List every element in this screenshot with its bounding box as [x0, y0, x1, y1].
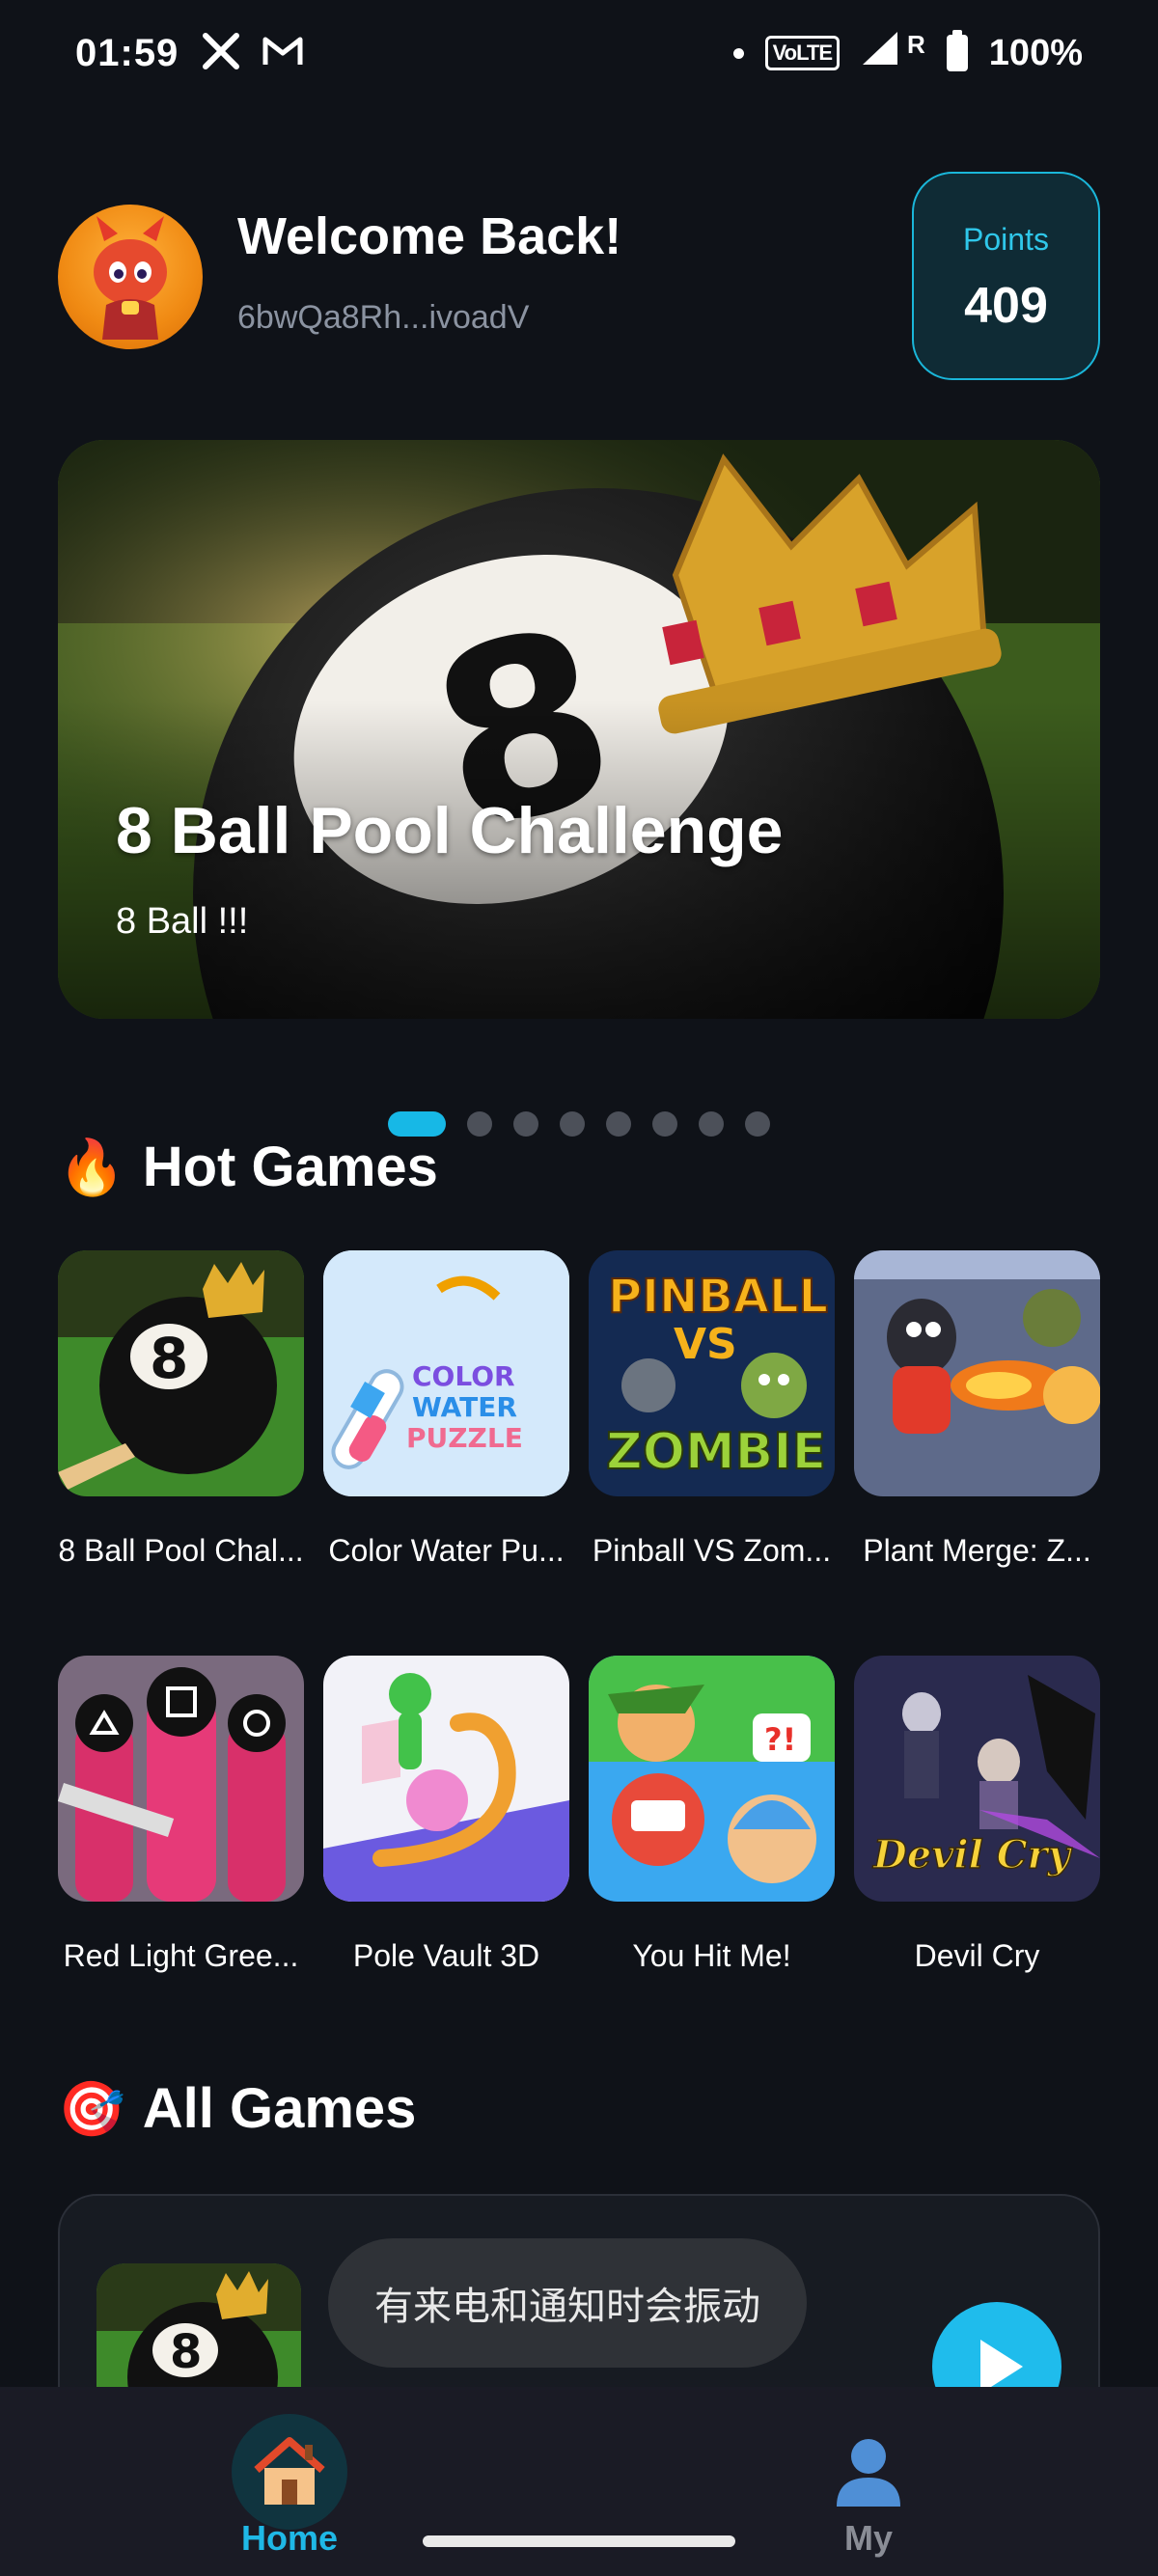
points-card[interactable]: Points 409 — [912, 172, 1100, 380]
nav-my[interactable]: My — [782, 2414, 955, 2559]
game-name: Color Water Pu... — [328, 1533, 565, 1568]
gmail-icon — [262, 32, 304, 75]
nav-home[interactable]: Home — [203, 2414, 376, 2559]
hot-games-title: Hot Games — [142, 1136, 438, 1198]
game-tile[interactable]: Red Light Gree... — [58, 1656, 304, 1974]
game-name: 8 Ball Pool Chal... — [58, 1533, 304, 1568]
svg-text:8: 8 — [170, 2325, 202, 2379]
battery-percent: 100% — [988, 32, 1083, 73]
welcome-title: Welcome Back! — [237, 207, 622, 265]
svg-text:PUZZLE: PUZZLE — [406, 1422, 523, 1454]
page-dot[interactable] — [745, 1111, 770, 1137]
fire-icon: 🔥 — [58, 1136, 125, 1197]
red-light-guards-icon[interactable] — [58, 1656, 304, 1902]
color-water-puzzle-icon[interactable]: COLOR WATER PUZZLE — [323, 1250, 569, 1496]
user-icon — [811, 2414, 926, 2530]
page-dot-active[interactable] — [388, 1111, 446, 1137]
game-tile[interactable]: Devil Cry Devil Cry — [854, 1656, 1100, 1974]
svg-text:8: 8 — [150, 1326, 188, 1391]
gesture-home-bar[interactable] — [423, 2535, 735, 2547]
page-dot[interactable] — [652, 1111, 677, 1137]
game-name: Pole Vault 3D — [352, 1938, 540, 1973]
svg-text:PINBALL: PINBALL — [608, 1270, 828, 1324]
all-games-heading: 🎯 All Games — [58, 2076, 416, 2141]
target-icon: 🎯 — [58, 2077, 125, 2139]
game-tile[interactable]: Plant Merge: Z... — [854, 1250, 1100, 1569]
game-tile[interactable]: 8 8 Ball Pool Chal... — [58, 1250, 304, 1569]
pinball-zombie-icon[interactable]: PINBALL VS ZOMBIE — [589, 1250, 835, 1496]
battery-icon — [946, 30, 968, 71]
game-name: Red Light Gree... — [63, 1938, 299, 1973]
banner-pagination[interactable] — [388, 1111, 770, 1137]
points-label: Points — [963, 222, 1049, 257]
user-header: Welcome Back! 6bwQa8Rh...ivoadV Points 4… — [58, 172, 1100, 384]
banner-subtitle: 8 Ball !!! — [116, 901, 249, 942]
banner-title: 8 Ball Pool Challenge — [116, 794, 784, 867]
nav-home-label: Home — [240, 2518, 339, 2558]
featured-banner[interactable]: 8 8 Ball Pool Challenge 8 Ball !!! — [58, 440, 1100, 1019]
x-logo-icon — [202, 32, 240, 75]
avatar[interactable] — [58, 205, 203, 349]
bottom-nav: Home My — [0, 2387, 1158, 2576]
svg-text:VS: VS — [674, 1320, 737, 1369]
home-icon — [232, 2414, 347, 2530]
game-tile[interactable]: COLOR WATER PUZZLE Color Water Pu... — [323, 1250, 569, 1569]
toast-message: 有来电和通知时会振动 — [328, 2238, 807, 2368]
page-dot[interactable] — [606, 1111, 631, 1137]
status-bar: 01:59 VoLTE R 100% — [0, 0, 1158, 106]
pole-vault-icon[interactable] — [323, 1656, 569, 1902]
hot-games-heading: 🔥 Hot Games — [58, 1135, 438, 1199]
roaming-indicator: R — [907, 29, 925, 59]
game-name: You Hit Me! — [632, 1938, 791, 1973]
page-dot[interactable] — [467, 1111, 492, 1137]
svg-text:?!: ?! — [764, 1721, 796, 1758]
game-tile[interactable]: Pole Vault 3D — [323, 1656, 569, 1974]
eight-ball-icon[interactable]: 8 — [58, 1250, 304, 1496]
page-dot[interactable] — [513, 1111, 538, 1137]
game-name: Devil Cry — [914, 1938, 1040, 1973]
devil-cry-icon[interactable]: Devil Cry — [854, 1656, 1100, 1902]
volte-icon: VoLTE — [764, 36, 841, 70]
plant-merge-icon[interactable] — [854, 1250, 1100, 1496]
all-games-title: All Games — [142, 2077, 417, 2140]
svg-text:WATER: WATER — [412, 1391, 517, 1423]
game-name: Pinball VS Zom... — [592, 1533, 832, 1568]
wallet-address: 6bwQa8Rh...ivoadV — [237, 299, 530, 336]
status-time: 01:59 — [75, 31, 179, 74]
hot-games-grid: 8 8 Ball Pool Chal... COLOR WATER PUZZLE… — [58, 1250, 1100, 1974]
notification-dot-icon — [732, 47, 744, 59]
svg-text:COLOR: COLOR — [412, 1360, 515, 1392]
page-dot[interactable] — [560, 1111, 585, 1137]
svg-text:Devil Cry: Devil Cry — [872, 1832, 1073, 1877]
points-value: 409 — [964, 278, 1048, 334]
game-tile[interactable]: PINBALL VS ZOMBIE Pinball VS Zom... — [589, 1250, 835, 1569]
game-name: Plant Merge: Z... — [863, 1533, 1091, 1568]
game-tile[interactable]: ?! You Hit Me! — [589, 1656, 835, 1974]
nav-my-label: My — [843, 2518, 893, 2558]
svg-text:ZOMBIE: ZOMBIE — [606, 1423, 826, 1481]
signal-icon — [861, 30, 899, 76]
you-hit-me-icon[interactable]: ?! — [589, 1656, 835, 1902]
page-dot[interactable] — [699, 1111, 724, 1137]
